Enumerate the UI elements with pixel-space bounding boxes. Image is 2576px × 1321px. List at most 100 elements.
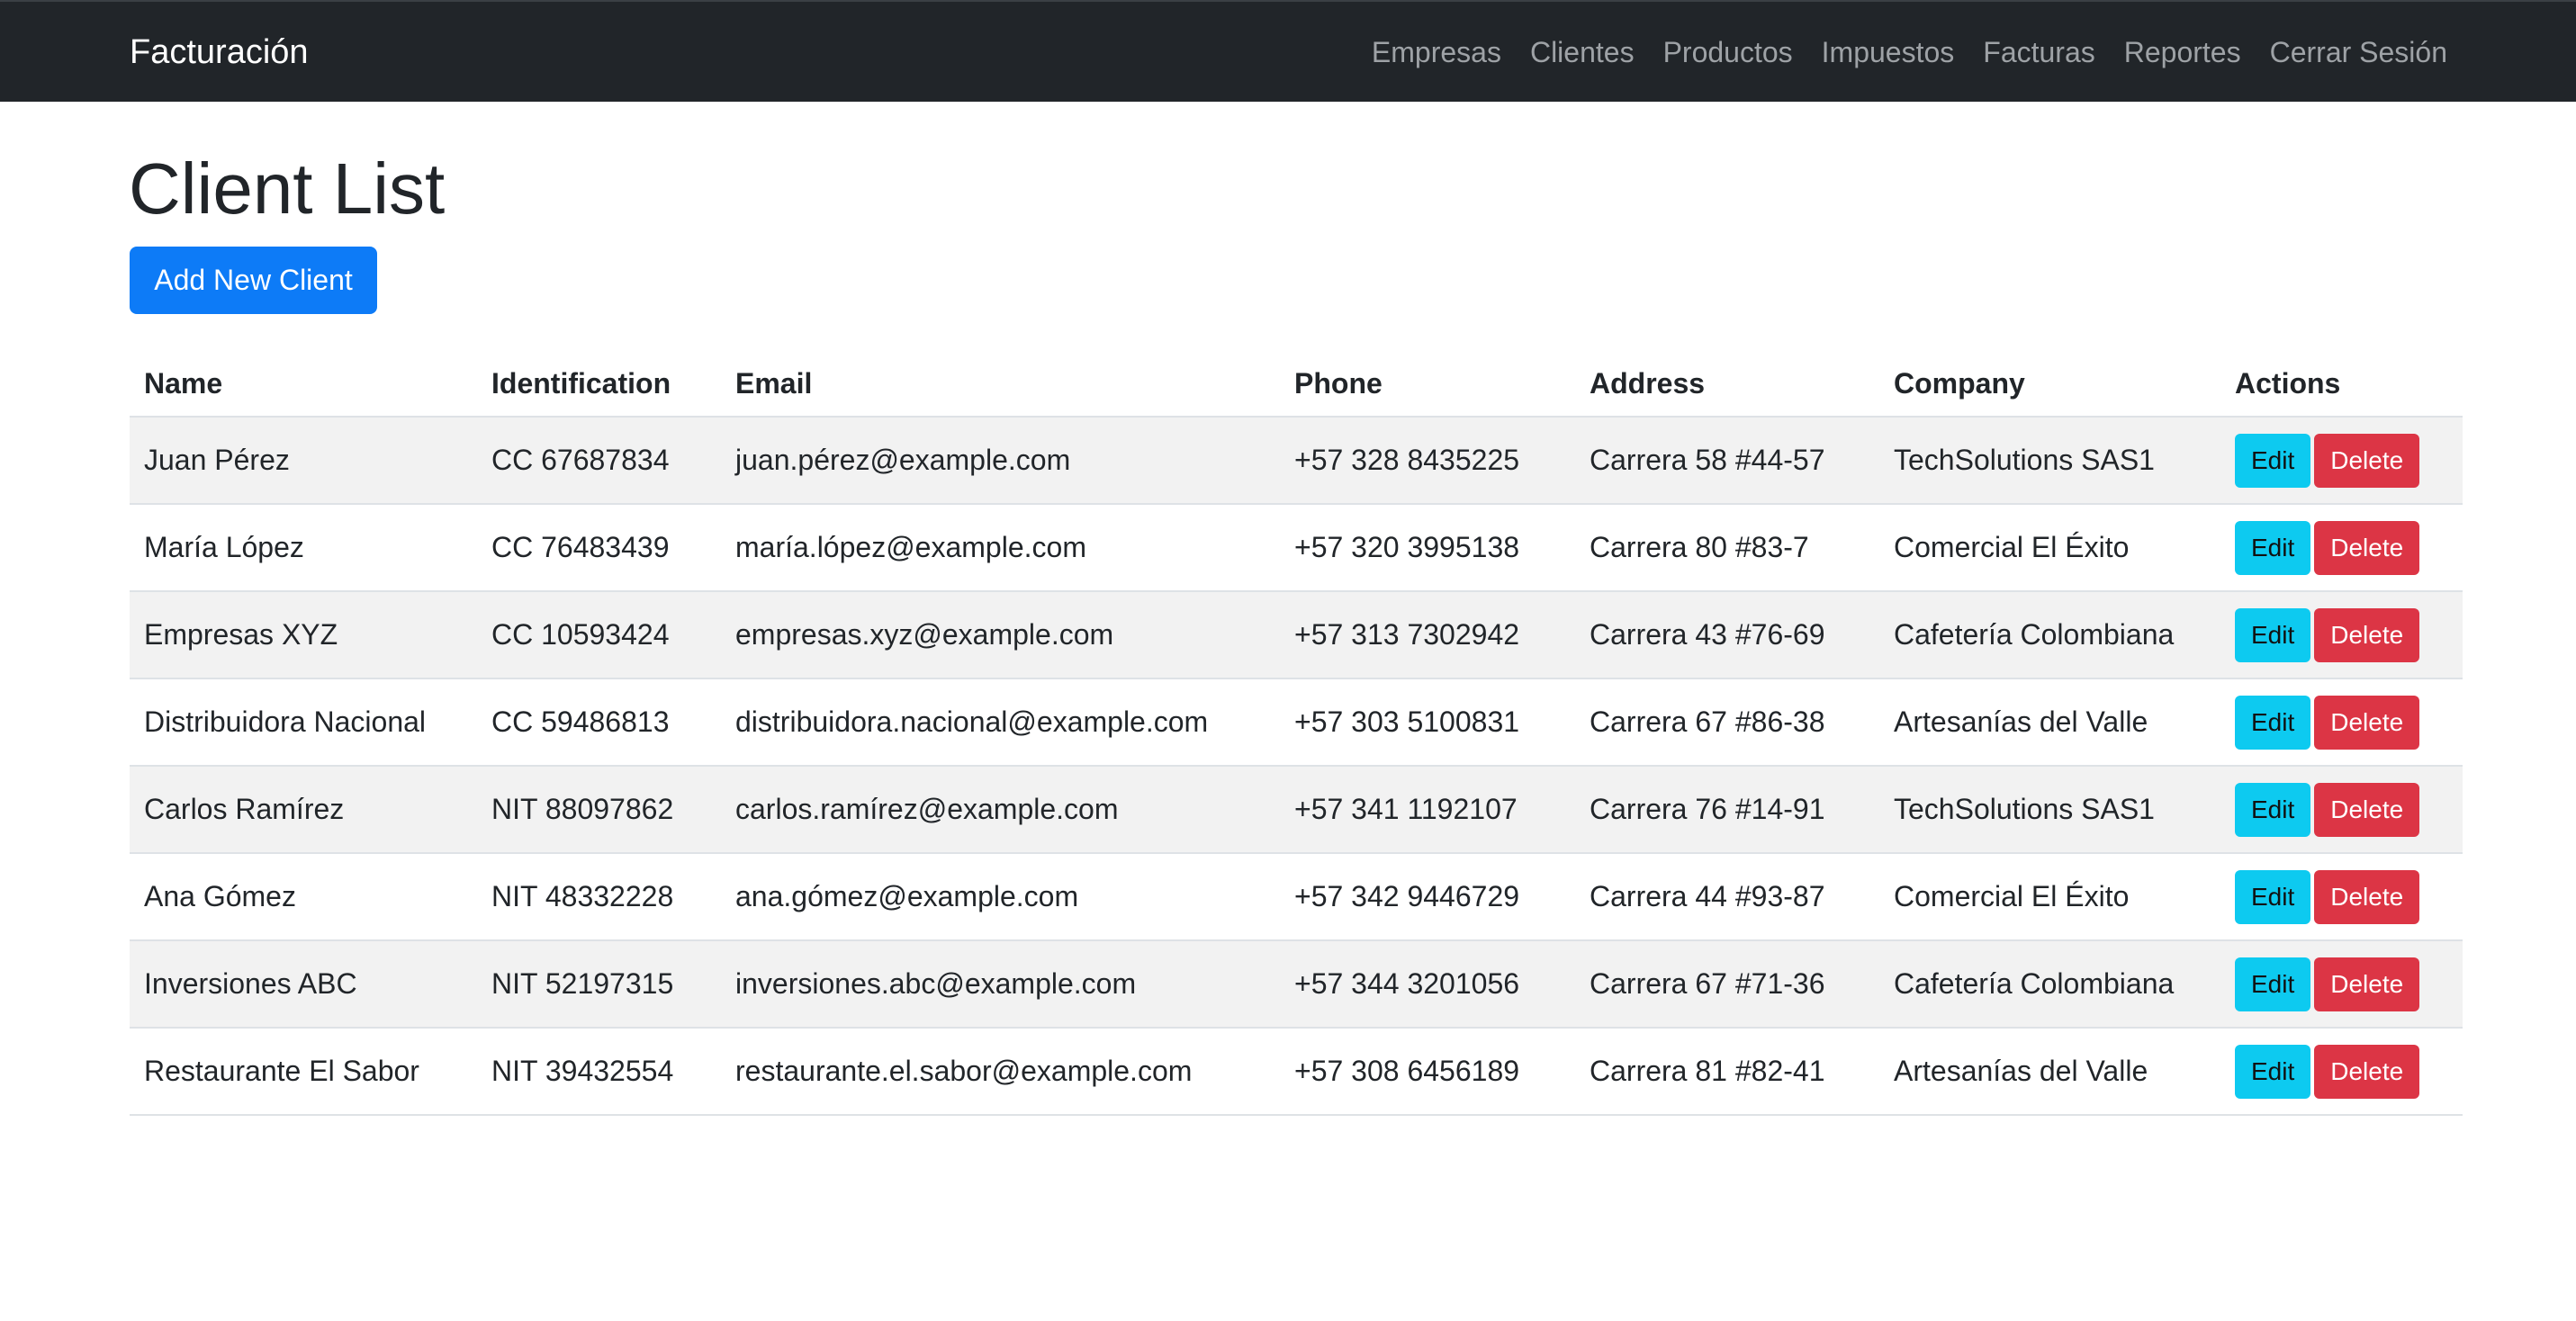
delete-button[interactable]: Delete [2314,782,2420,837]
client-company-cell: Artesanías del Valle [1879,678,2220,767]
nav-link-reportes[interactable]: Reportes [2124,36,2241,69]
client-phone-cell: +57 320 3995138 [1280,504,1575,592]
column-header-identification: Identification [477,351,721,418]
client-email-cell: empresas.xyz@example.com [721,591,1280,679]
delete-button[interactable]: Delete [2314,695,2420,750]
client-name-cell: Carlos Ramírez [130,766,477,854]
client-email-cell: maría.lópez@example.com [721,504,1280,592]
client-company-cell: Comercial El Éxito [1879,504,2220,592]
table-row: María López CC 76483439 maría.lópez@exampl… [130,504,2463,592]
row-actions-cell: Edit Delete [2220,417,2463,505]
nav-link-impuestos[interactable]: Impuestos [1822,36,1955,69]
page-title: Client List [129,148,446,229]
client-email-cell: restaurante.el.sabor@example.com [721,1028,1280,1116]
clients-table-body: Juan Pérez CC 67687834 juan.pérez@example.… [130,417,2463,1116]
edit-button[interactable]: Edit [2235,782,2311,837]
client-address-cell: Carrera 80 #83-7 [1575,504,1879,592]
table-header-row: Name Identification Email Phone Address … [130,351,2463,418]
client-company-cell: Comercial El Éxito [1879,853,2220,941]
client-address-cell: Carrera 67 #71-36 [1575,940,1879,1029]
row-actions-cell: Edit Delete [2220,853,2463,941]
client-address-cell: Carrera 58 #44-57 [1575,417,1879,505]
table-row: Restaurante El Sabor NIT 39432554 restaura… [130,1028,2463,1116]
client-email-cell: inversiones.abc@example.com [721,940,1280,1029]
row-actions-cell: Edit Delete [2220,504,2463,592]
client-identification-cell: CC 67687834 [477,417,721,505]
edit-button[interactable]: Edit [2235,957,2311,1011]
client-company-cell: TechSolutions SAS1 [1879,417,2220,505]
delete-button[interactable]: Delete [2314,520,2420,575]
edit-button[interactable]: Edit [2235,433,2311,488]
top-navbar: Facturación Empresas Clientes Productos … [0,0,2576,102]
client-company-cell: TechSolutions SAS1 [1879,766,2220,854]
delete-button[interactable]: Delete [2314,433,2420,488]
edit-button[interactable]: Edit [2235,869,2311,924]
nav-link-facturas[interactable]: Facturas [1983,36,2094,69]
client-identification-cell: NIT 48332228 [477,853,721,941]
delete-button[interactable]: Delete [2314,957,2420,1011]
client-identification-cell: NIT 39432554 [477,1028,721,1116]
column-header-email: Email [721,351,1280,418]
client-phone-cell: +57 342 9446729 [1280,853,1575,941]
client-address-cell: Carrera 81 #82-41 [1575,1028,1879,1116]
client-email-cell: ana.gómez@example.com [721,853,1280,941]
client-company-cell: Cafetería Colombiana [1879,940,2220,1029]
column-header-address: Address [1575,351,1879,418]
client-email-cell: carlos.ramírez@example.com [721,766,1280,854]
client-company-cell: Artesanías del Valle [1879,1028,2220,1116]
client-name-cell: Restaurante El Sabor [130,1028,477,1116]
client-name-cell: María López [130,504,477,592]
client-identification-cell: CC 59486813 [477,678,721,767]
nav-link-clientes[interactable]: Clientes [1530,36,1635,69]
delete-button[interactable]: Delete [2314,1044,2420,1099]
client-address-cell: Carrera 76 #14-91 [1575,766,1879,854]
column-header-phone: Phone [1280,351,1575,418]
client-name-cell: Ana Gómez [130,853,477,941]
client-address-cell: Carrera 67 #86-38 [1575,678,1879,767]
table-row: Inversiones ABC NIT 52197315 inversiones.a… [130,940,2463,1029]
row-actions-cell: Edit Delete [2220,678,2463,767]
client-identification-cell: CC 76483439 [477,504,721,592]
table-row: Carlos Ramírez NIT 88097862 carlos.ramírez… [130,766,2463,854]
client-address-cell: Carrera 43 #76-69 [1575,591,1879,679]
table-row: Empresas XYZ CC 10593424 empresas.xyz@exam… [130,591,2463,679]
table-row: Distribuidora Nacional CC 59486813 distrib… [130,678,2463,767]
delete-button[interactable]: Delete [2314,869,2420,924]
client-name-cell: Inversiones ABC [130,940,477,1029]
client-identification-cell: NIT 88097862 [477,766,721,854]
row-actions-cell: Edit Delete [2220,940,2463,1029]
client-company-cell: Cafetería Colombiana [1879,591,2220,679]
edit-button[interactable]: Edit [2235,695,2311,750]
client-phone-cell: +57 344 3201056 [1280,940,1575,1029]
table-row: Ana Gómez NIT 48332228 ana.gómez@example.c… [130,853,2463,941]
client-name-cell: Distribuidora Nacional [130,678,477,767]
client-identification-cell: NIT 52197315 [477,940,721,1029]
column-header-name: Name [130,351,477,418]
client-name-cell: Empresas XYZ [130,591,477,679]
client-address-cell: Carrera 44 #93-87 [1575,853,1879,941]
client-phone-cell: +57 328 8435225 [1280,417,1575,505]
delete-button[interactable]: Delete [2314,607,2420,662]
brand-link[interactable]: Facturación [130,2,309,103]
table-row: Juan Pérez CC 67687834 juan.pérez@example.… [130,417,2463,505]
edit-button[interactable]: Edit [2235,607,2311,662]
clients-table: Name Identification Email Phone Address … [130,351,2463,1116]
client-email-cell: juan.pérez@example.com [721,417,1280,505]
nav-link-productos[interactable]: Productos [1663,36,1793,69]
client-phone-cell: +57 313 7302942 [1280,591,1575,679]
nav-link-empresas[interactable]: Empresas [1372,36,1501,69]
edit-button[interactable]: Edit [2235,1044,2311,1099]
nav-link-logout[interactable]: Cerrar Sesión [2270,36,2447,69]
column-header-actions: Actions [2220,351,2463,418]
client-phone-cell: +57 303 5100831 [1280,678,1575,767]
add-client-button[interactable]: Add New Client [130,247,377,314]
client-email-cell: distribuidora.nacional@example.com [721,678,1280,767]
client-phone-cell: +57 308 6456189 [1280,1028,1575,1116]
edit-button[interactable]: Edit [2235,520,2311,575]
client-phone-cell: +57 341 1192107 [1280,766,1575,854]
row-actions-cell: Edit Delete [2220,1028,2463,1116]
client-name-cell: Juan Pérez [130,417,477,505]
row-actions-cell: Edit Delete [2220,591,2463,679]
client-identification-cell: CC 10593424 [477,591,721,679]
nav-links: Empresas Clientes Productos Impuestos Fa… [1343,2,2447,103]
